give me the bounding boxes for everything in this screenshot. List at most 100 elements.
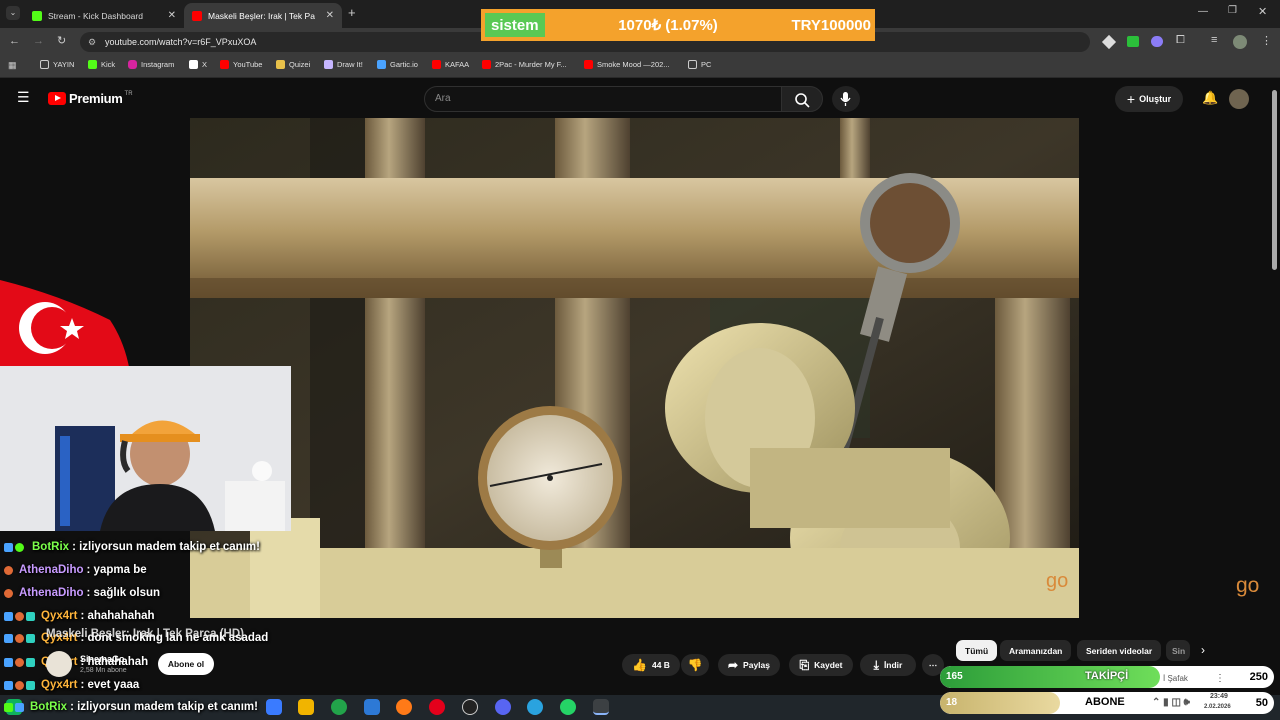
subscribe-button[interactable]: Abone ol bbox=[158, 653, 214, 675]
chrome-icon[interactable] bbox=[331, 699, 347, 715]
file-explorer-icon[interactable] bbox=[298, 699, 314, 715]
back-icon[interactable]: ← bbox=[9, 35, 20, 47]
download-icon: ⤓ bbox=[873, 657, 879, 672]
close-icon[interactable]: ✕ bbox=[326, 10, 334, 21]
chrome-active-icon[interactable] bbox=[593, 699, 609, 715]
badge-icon bbox=[26, 611, 35, 621]
create-button[interactable]: + Oluştur bbox=[1115, 86, 1183, 112]
search-button[interactable] bbox=[781, 86, 823, 112]
save-button[interactable]: ⎘ Kaydet bbox=[789, 654, 853, 676]
video-player[interactable]: go bbox=[190, 118, 1079, 618]
chip-all[interactable]: Tümü bbox=[956, 640, 998, 661]
bookmark-kick[interactable]: Kick bbox=[88, 60, 115, 69]
clock-date: 2.02.2026 bbox=[1204, 704, 1231, 710]
chat-message: AthenaDiho: yapma be bbox=[4, 564, 147, 576]
share-button[interactable]: ➦ Paylaş bbox=[718, 654, 780, 676]
window-close-icon[interactable]: ✕ bbox=[1258, 5, 1267, 18]
clock-time: 23:49 bbox=[1210, 693, 1228, 700]
reading-list-icon[interactable]: ≡ bbox=[1211, 34, 1217, 46]
tray-icons: ⌃ ▮ ◫ 🕪 bbox=[1152, 697, 1190, 708]
url-text: youtube.com/watch?v=r6F_VPxuXOA bbox=[105, 37, 257, 47]
chat-message: BotRix: izliyorsun madem takip et canım! bbox=[4, 541, 260, 553]
menu-dots-icon[interactable]: ⋮ bbox=[1261, 34, 1272, 47]
dislike-button[interactable]: 👎 bbox=[681, 654, 709, 676]
bookmark-youtube[interactable]: YouTube bbox=[220, 60, 262, 69]
extension-icon[interactable] bbox=[1101, 34, 1117, 50]
badge-icon bbox=[4, 611, 13, 621]
chat-message: Qyx4rt: evet yaaa bbox=[4, 679, 139, 691]
bookmark-quizei[interactable]: Quizei bbox=[276, 60, 310, 69]
badge-icon bbox=[15, 611, 24, 621]
profile-avatar[interactable] bbox=[1233, 35, 1247, 49]
badge-icon bbox=[4, 680, 13, 690]
hamburger-menu-icon[interactable]: ☰ bbox=[17, 90, 30, 104]
badge-icon bbox=[26, 633, 35, 643]
more-options-icon[interactable]: ⋮ bbox=[1215, 673, 1225, 684]
quizei-icon bbox=[276, 60, 285, 69]
youtube-icon bbox=[482, 60, 491, 69]
like-button[interactable]: 👍 44 B bbox=[622, 654, 680, 676]
chip-from-search[interactable]: Aramanızdan bbox=[1000, 640, 1072, 661]
firefox-icon[interactable] bbox=[396, 699, 412, 715]
bookmark-smoke-mood[interactable]: Smoke Mood —202... bbox=[584, 60, 670, 69]
whatsapp-icon[interactable] bbox=[560, 699, 576, 715]
bookmark-gartic[interactable]: Gartic.io bbox=[377, 60, 418, 69]
tab-kick-dashboard[interactable]: Stream - Kick Dashboard ✕ bbox=[24, 3, 184, 28]
bookmark-x[interactable]: X bbox=[189, 60, 207, 69]
maximize-icon[interactable]: ❐ bbox=[1228, 5, 1237, 16]
subscriber-progress-fill bbox=[940, 692, 1061, 714]
badge-icon bbox=[4, 633, 13, 643]
minimize-icon[interactable]: — bbox=[1198, 6, 1208, 17]
chevron-right-icon[interactable]: › bbox=[1201, 643, 1205, 657]
badge-icon bbox=[4, 542, 13, 552]
search-input[interactable]: Ara bbox=[424, 86, 782, 112]
bookmark-pc[interactable]: PC bbox=[688, 60, 711, 69]
youtube-icon bbox=[220, 60, 229, 69]
extension-purple-icon[interactable] bbox=[1151, 36, 1163, 47]
scrollbar-thumb[interactable] bbox=[1272, 90, 1277, 270]
extension-green-icon[interactable] bbox=[1127, 36, 1139, 47]
puzzle-icon[interactable]: ⧠ bbox=[1176, 34, 1185, 47]
chip-truncated[interactable]: Sin bbox=[1166, 640, 1190, 661]
thumbs-down-icon: 👎 bbox=[687, 658, 703, 672]
chip-series-videos[interactable]: Seriden videolar bbox=[1077, 640, 1162, 661]
channel-avatar[interactable] bbox=[46, 651, 72, 677]
close-icon[interactable]: ✕ bbox=[168, 10, 176, 21]
copilot-icon[interactable] bbox=[266, 699, 282, 715]
telegram-icon[interactable] bbox=[527, 699, 543, 715]
chat-message: Qyx4rt: ahahahahah bbox=[4, 610, 155, 622]
youtube-premium-logo[interactable]: Premium TR bbox=[48, 91, 133, 106]
video-title: Maskeli Beşler: Irak | Tek Parça (HD) bbox=[46, 628, 244, 640]
reload-icon[interactable]: ↻ bbox=[57, 34, 66, 47]
search-icon bbox=[795, 93, 810, 108]
new-tab-icon[interactable]: + bbox=[348, 5, 356, 20]
chat-message: BotRix: izliyorsun madem takip et canım! bbox=[4, 701, 258, 713]
kick-icon bbox=[32, 10, 42, 21]
channel-watermark: go bbox=[1046, 570, 1069, 592]
badge-icon bbox=[26, 680, 35, 690]
bookmark-instagram[interactable]: Instagram bbox=[128, 60, 174, 69]
apps-grid-icon[interactable]: ▦ bbox=[8, 60, 17, 71]
mail-icon[interactable] bbox=[364, 699, 380, 715]
obs-icon[interactable] bbox=[462, 699, 478, 715]
tab-search-icon[interactable]: ⌄ bbox=[6, 6, 20, 20]
youtube-icon bbox=[584, 60, 593, 69]
opera-icon[interactable] bbox=[429, 699, 445, 715]
side-video-text: İ Şafak bbox=[1163, 674, 1188, 683]
youtube-icon bbox=[432, 60, 441, 69]
bookmark-kafaa[interactable]: KAFAA bbox=[432, 60, 469, 69]
notifications-bell-icon[interactable]: 🔔 bbox=[1202, 90, 1218, 106]
chat-message: AthenaDiho: sağlık olsun bbox=[4, 587, 160, 599]
channel-name[interactable]: SinemaGo bbox=[80, 654, 125, 664]
discord-icon[interactable] bbox=[495, 699, 511, 715]
bookmark-yayin[interactable]: YAYIN bbox=[40, 60, 74, 69]
forward-icon[interactable]: → bbox=[33, 35, 44, 47]
kick-icon bbox=[88, 60, 97, 69]
site-info-icon[interactable]: ⚙ bbox=[88, 32, 96, 52]
account-avatar[interactable] bbox=[1229, 89, 1249, 109]
download-button[interactable]: ⤓ İndir bbox=[860, 654, 916, 676]
bookmark-2pac[interactable]: 2Pac - Murder My F... bbox=[482, 60, 567, 69]
tab-youtube-video[interactable]: Maskeli Beşler: Irak | Tek Pa ✕ bbox=[184, 3, 342, 28]
bookmark-draw-it[interactable]: Draw It! bbox=[324, 60, 363, 69]
voice-search-button[interactable] bbox=[832, 86, 860, 112]
